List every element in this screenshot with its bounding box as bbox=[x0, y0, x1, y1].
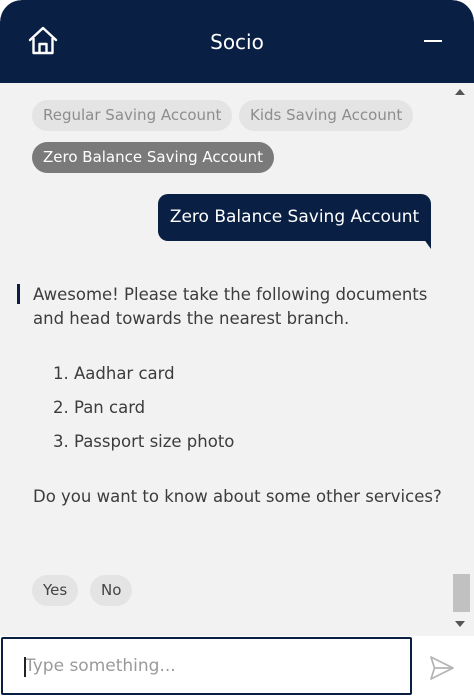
option-chip-regular-saving[interactable]: Regular Saving Account bbox=[32, 100, 233, 131]
quick-reply-yes[interactable]: Yes bbox=[32, 575, 79, 606]
option-chip-zero-balance[interactable]: Zero Balance Saving Account bbox=[32, 142, 274, 173]
composer-bar bbox=[0, 636, 474, 698]
scroll-up-arrow-icon[interactable] bbox=[455, 89, 465, 95]
user-bubble-tail bbox=[418, 231, 431, 249]
scrollbar-thumb[interactable] bbox=[453, 574, 470, 612]
chat-widget: Socio Regular Saving Account Kids Saving… bbox=[0, 0, 474, 698]
minimize-button[interactable] bbox=[420, 28, 446, 54]
bot-message-intro: Awesome! Please take the following docum… bbox=[33, 285, 428, 328]
chat-header: Socio bbox=[0, 0, 474, 83]
chat-messages[interactable]: Regular Saving Account Kids Saving Accou… bbox=[0, 83, 474, 636]
bot-message-question: Do you want to know about some other ser… bbox=[33, 487, 442, 506]
text-caret bbox=[24, 657, 26, 677]
user-message-bubble: Zero Balance Saving Account bbox=[158, 194, 431, 241]
bot-message-marker bbox=[17, 284, 20, 304]
document-item: 1. Aadhar card bbox=[53, 364, 175, 383]
quick-reply-no[interactable]: No bbox=[90, 575, 133, 606]
chat-title: Socio bbox=[210, 30, 264, 54]
send-icon bbox=[430, 656, 454, 680]
document-item: 2. Pan card bbox=[53, 398, 146, 417]
option-chip-kids-saving[interactable]: Kids Saving Account bbox=[239, 100, 414, 131]
scroll-down-arrow-icon[interactable] bbox=[455, 621, 465, 627]
message-input[interactable] bbox=[1, 637, 412, 695]
minimize-icon bbox=[424, 40, 442, 42]
document-item: 3. Passport size photo bbox=[53, 432, 235, 451]
send-button[interactable] bbox=[428, 654, 456, 682]
